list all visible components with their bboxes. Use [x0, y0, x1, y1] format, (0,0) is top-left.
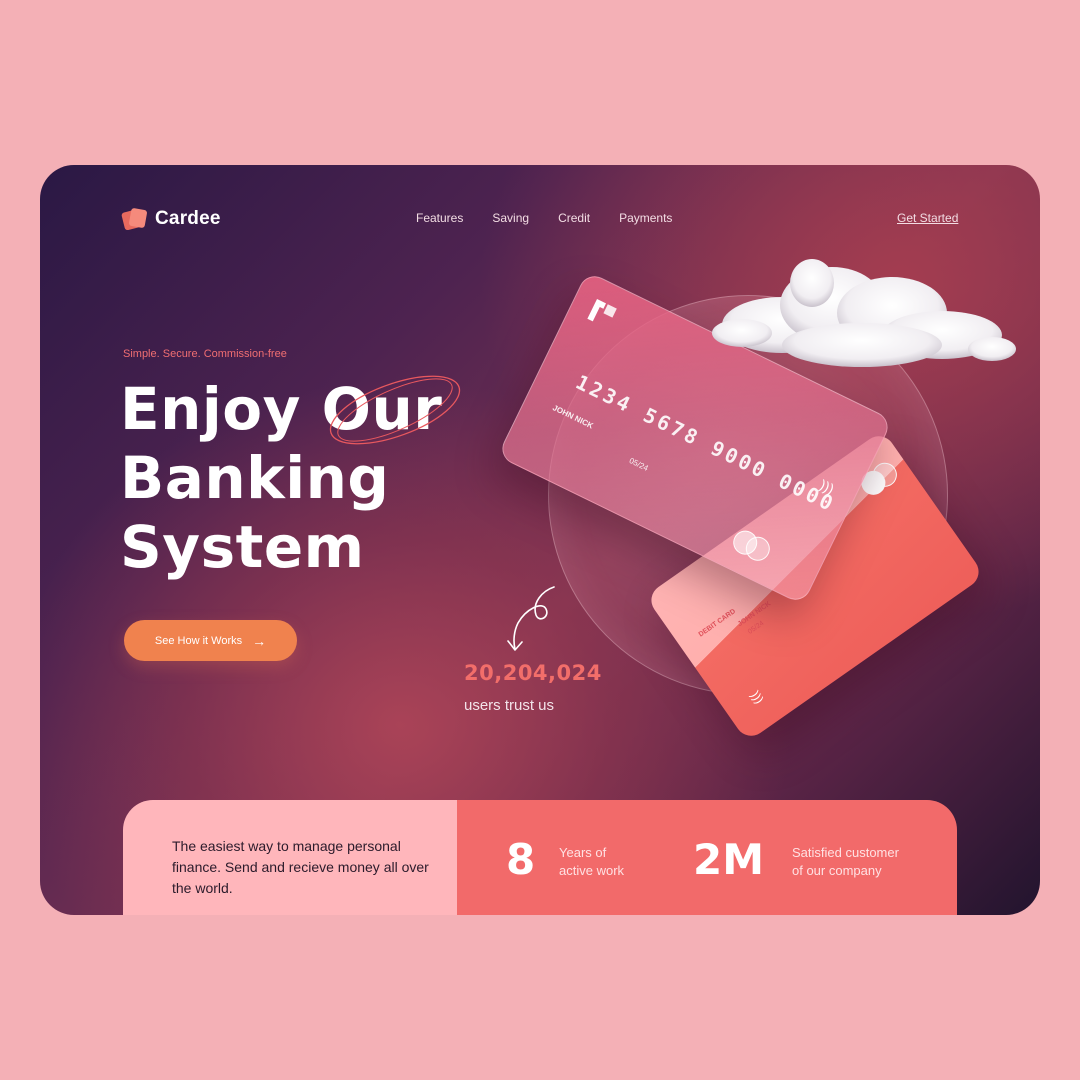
stat-years-label-line-1: Years of [559, 845, 607, 860]
nav-payments[interactable]: Payments [619, 211, 672, 225]
brand-name: Cardee [155, 208, 221, 229]
hero-tagline: Simple. Secure. Commission-free [123, 348, 287, 360]
landing-page: Cardee Features Saving Credit Payments G… [40, 165, 1040, 915]
headline-line-3: System [120, 513, 365, 581]
card-number: 1234 5678 9000 0000 [571, 369, 840, 517]
orbit-decoration [329, 375, 461, 445]
info-panel: The easiest way to manage personal finan… [123, 800, 957, 915]
card-brand-icon [587, 298, 617, 322]
nav-features[interactable]: Features [416, 211, 463, 225]
mastercard-icon [729, 526, 774, 565]
cloud-icon [712, 259, 1016, 367]
see-how-it-works-button[interactable]: See How it Works → [124, 620, 297, 661]
contactless-icon: ))) [748, 688, 767, 707]
see-how-it-works-label: See How it Works [154, 634, 243, 647]
stat-years-value: 8 [506, 835, 536, 884]
info-description-box: The easiest way to manage personal finan… [123, 800, 457, 915]
arrow-right-icon: → [252, 632, 267, 649]
cards-logo-icon [121, 207, 148, 231]
get-started-link[interactable]: Get Started [897, 211, 958, 225]
nav-saving[interactable]: Saving [492, 211, 529, 225]
stat-customers-label-line-2: of our company [792, 863, 882, 878]
nav-credit[interactable]: Credit [558, 211, 590, 225]
stat-years-label-line-2: active work [559, 863, 625, 878]
card-holder: JOHN NICK [551, 403, 595, 431]
stat-years-label: Years of active work [559, 844, 624, 880]
stat-customers-value: 2M [693, 835, 765, 884]
card-expiry: 05/24 [627, 456, 650, 473]
info-description: The easiest way to manage personal finan… [172, 838, 429, 896]
card-type-label: DEBIT CARD [697, 608, 737, 639]
card-back-expiry: 05/24 [746, 619, 766, 636]
main-nav: Features Saving Credit Payments [416, 211, 672, 225]
stat-customers-label-line-1: Satisfied customer [792, 845, 899, 860]
stat-customers-label: Satisfied customer of our company [792, 844, 899, 880]
curly-arrow-icon [507, 586, 555, 651]
brand-logo[interactable]: Cardee [121, 207, 221, 231]
stats-box: 8 Years of active work 2M Satisfied cust… [457, 800, 957, 915]
users-label: users trust us [464, 697, 555, 714]
users-count: 20,204,024 [464, 661, 602, 685]
